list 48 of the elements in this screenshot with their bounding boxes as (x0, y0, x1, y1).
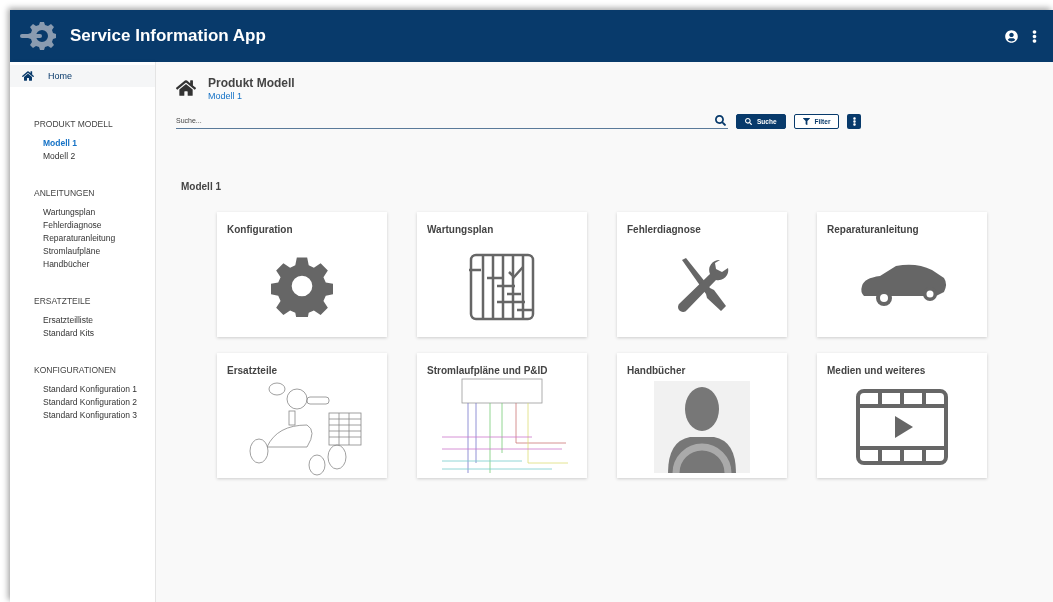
sidebar-item[interactable]: Stromlaufpläne (34, 245, 155, 258)
gear-icon (271, 255, 333, 317)
category-card[interactable]: Handbücher (617, 353, 787, 478)
category-card[interactable]: Fehlerdiagnose (617, 212, 787, 337)
sidebar-item[interactable]: Fehlerdiagnose (34, 219, 155, 232)
account-icon[interactable] (1005, 29, 1018, 43)
sidebar-item[interactable]: Standard Konfiguration 3 (34, 409, 155, 422)
sidebar-item[interactable]: Standard Kits (34, 327, 155, 340)
home-icon (176, 78, 196, 98)
card-title: Ersatzteile (227, 365, 279, 376)
card-title: Medien und weiteres (827, 365, 927, 376)
sidebar-item[interactable]: Reparaturanleitung (34, 232, 155, 245)
sidebar-section-title: ANLEITUNGEN (34, 188, 96, 198)
filter-icon (802, 117, 810, 125)
sidebar-item[interactable]: Wartungsplan (34, 206, 155, 219)
sidebar-section-title: PRODUKT MODELL (34, 119, 114, 129)
category-card[interactable]: Stromlaufpläne und P&ID (417, 353, 587, 478)
home-link[interactable]: Home (10, 65, 155, 87)
breadcrumb-link[interactable]: Modell 1 (208, 91, 295, 101)
sidebar-item[interactable]: Standard Konfiguration 2 (34, 396, 155, 409)
sidebar-item[interactable]: Handbücher (34, 258, 155, 271)
card-title: Stromlaufpläne und P&ID (427, 365, 549, 376)
card-title: Konfiguration (227, 224, 294, 235)
sidebar-item[interactable]: Ersatzteilliste (34, 314, 155, 327)
more-button[interactable] (847, 113, 862, 129)
card-title: Handbücher (627, 365, 687, 376)
card-title: Fehlerdiagnose (627, 224, 702, 235)
category-card[interactable]: Ersatzteile (217, 353, 387, 478)
person-silhouette-icon (654, 381, 750, 473)
category-card[interactable]: Konfiguration (217, 212, 387, 337)
sidebar-section-title: ERSATZTEILE (34, 296, 92, 306)
sidebar-item[interactable]: Standard Konfiguration 1 (34, 383, 155, 396)
category-card[interactable]: Reparaturanleitung (817, 212, 987, 337)
page-title: Produkt Modell (208, 76, 295, 90)
sidebar-item[interactable]: Modell 2 (34, 150, 155, 163)
sidebar-section-title: KONFIGURATIONEN (34, 365, 117, 375)
video-play-icon (855, 388, 949, 466)
section-heading: Modell 1 (181, 181, 222, 192)
search-icon (745, 117, 752, 125)
category-card[interactable]: Wartungsplan (417, 212, 587, 337)
app-title: Service Information App (70, 26, 267, 46)
sidebar-item[interactable]: Modell 1 (34, 137, 155, 150)
search-icon[interactable] (715, 115, 726, 126)
home-icon (22, 70, 34, 82)
wrench-gear-logo-icon (20, 21, 56, 51)
category-card[interactable]: Medien und weiteres (817, 353, 987, 478)
card-title: Wartungsplan (427, 224, 495, 235)
card-title: Reparaturanleitung (827, 224, 920, 235)
